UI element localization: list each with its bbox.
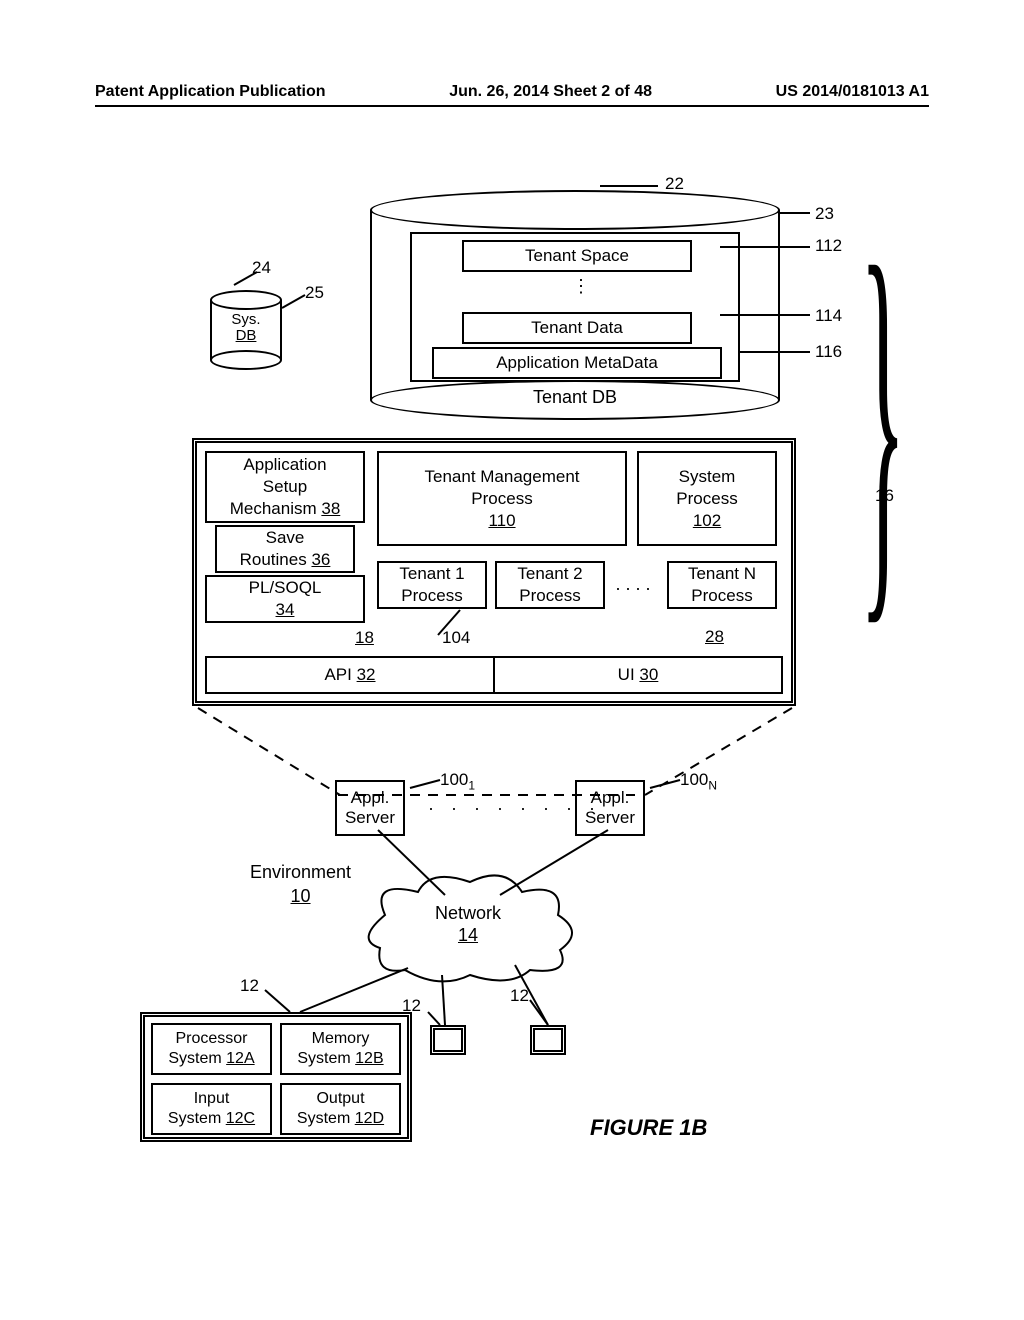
ref-104: 104 bbox=[442, 628, 470, 648]
client-small-box-1 bbox=[430, 1025, 466, 1055]
processor-system: ProcessorSystem 12A bbox=[151, 1023, 272, 1075]
ref-24: 24 bbox=[252, 258, 271, 278]
tenant-db-label: Tenant DB bbox=[370, 387, 780, 408]
tenant-2-process: Tenant 2Process bbox=[495, 561, 605, 609]
tenant-n-process: Tenant NProcess bbox=[667, 561, 777, 609]
header-center: Jun. 26, 2014 Sheet 2 of 48 bbox=[449, 83, 652, 101]
header-right: US 2014/0181013 A1 bbox=[776, 83, 929, 101]
environment-label: Environment10 bbox=[250, 860, 351, 908]
client-box: ProcessorSystem 12A MemorySystem 12B Inp… bbox=[140, 1012, 412, 1142]
ref-28: 28 bbox=[705, 627, 724, 647]
tenant-dots-icon: ···· bbox=[615, 578, 655, 599]
ref-16: 16 bbox=[875, 486, 894, 506]
ref-18: 18 bbox=[355, 628, 374, 648]
app-setup-mechanism: ApplicationSetup Mechanism 38 bbox=[205, 451, 365, 523]
plsoql-box: PL/SOQL34 bbox=[205, 575, 365, 623]
memory-system: MemorySystem 12B bbox=[280, 1023, 401, 1075]
appl-server-1: Appl.Server bbox=[335, 780, 405, 836]
main-subsystem-box: ApplicationSetup Mechanism 38 Save Routi… bbox=[192, 438, 796, 706]
vertical-dots-icon: ⋮ bbox=[572, 276, 592, 297]
ui-cell: UI 30 bbox=[495, 658, 781, 692]
figure-label: FIGURE 1B bbox=[590, 1115, 707, 1141]
api-ui-row: API 32 UI 30 bbox=[205, 656, 783, 694]
client-small-box-2 bbox=[530, 1025, 566, 1055]
network-label: Network14 bbox=[408, 902, 528, 946]
header-left: Patent Application Publication bbox=[95, 83, 326, 101]
ref-114: 114 bbox=[815, 306, 842, 326]
curly-brace-icon: } bbox=[860, 204, 906, 636]
sys-db-label: Sys.DB bbox=[210, 312, 282, 344]
tenant-data-box: Tenant Data bbox=[462, 312, 692, 344]
input-system: InputSystem 12C bbox=[151, 1083, 272, 1135]
ref-12-c: 12 bbox=[510, 986, 529, 1006]
ref-116: 116 bbox=[815, 342, 842, 362]
ref-22: 22 bbox=[665, 174, 684, 194]
ref-25: 25 bbox=[305, 283, 324, 303]
tenant-db-inner: Tenant Space ⋮ Tenant Data Application M… bbox=[410, 232, 740, 382]
api-cell: API 32 bbox=[207, 658, 495, 692]
ref-100-1: 1001 bbox=[440, 770, 475, 792]
system-process: SystemProcess102 bbox=[637, 451, 777, 546]
tenant-space-box: Tenant Space bbox=[462, 240, 692, 272]
tenant-mgmt-process: Tenant ManagementProcess110 bbox=[377, 451, 627, 546]
ref-112: 112 bbox=[815, 236, 842, 256]
app-metadata-box: Application MetaData bbox=[432, 347, 722, 379]
output-system: OutputSystem 12D bbox=[280, 1083, 401, 1135]
tenant-1-process: Tenant 1Process bbox=[377, 561, 487, 609]
tenant-db-cylinder: Tenant Space ⋮ Tenant Data Application M… bbox=[370, 190, 780, 420]
header-rule bbox=[95, 105, 929, 107]
ref-12-a: 12 bbox=[240, 976, 259, 996]
ref-23: 23 bbox=[815, 204, 834, 224]
ref-100-n: 100N bbox=[680, 770, 717, 792]
sys-db-cylinder: Sys.DB bbox=[210, 290, 282, 370]
diagram: Sys.DB 24 25 Tenant Space ⋮ Tenant Data … bbox=[110, 180, 910, 1230]
appl-dots-icon: · · · · · · · · bbox=[428, 798, 601, 819]
page-header: Patent Application Publication Jun. 26, … bbox=[95, 83, 929, 101]
save-routines: Save Routines 36 bbox=[215, 525, 355, 573]
